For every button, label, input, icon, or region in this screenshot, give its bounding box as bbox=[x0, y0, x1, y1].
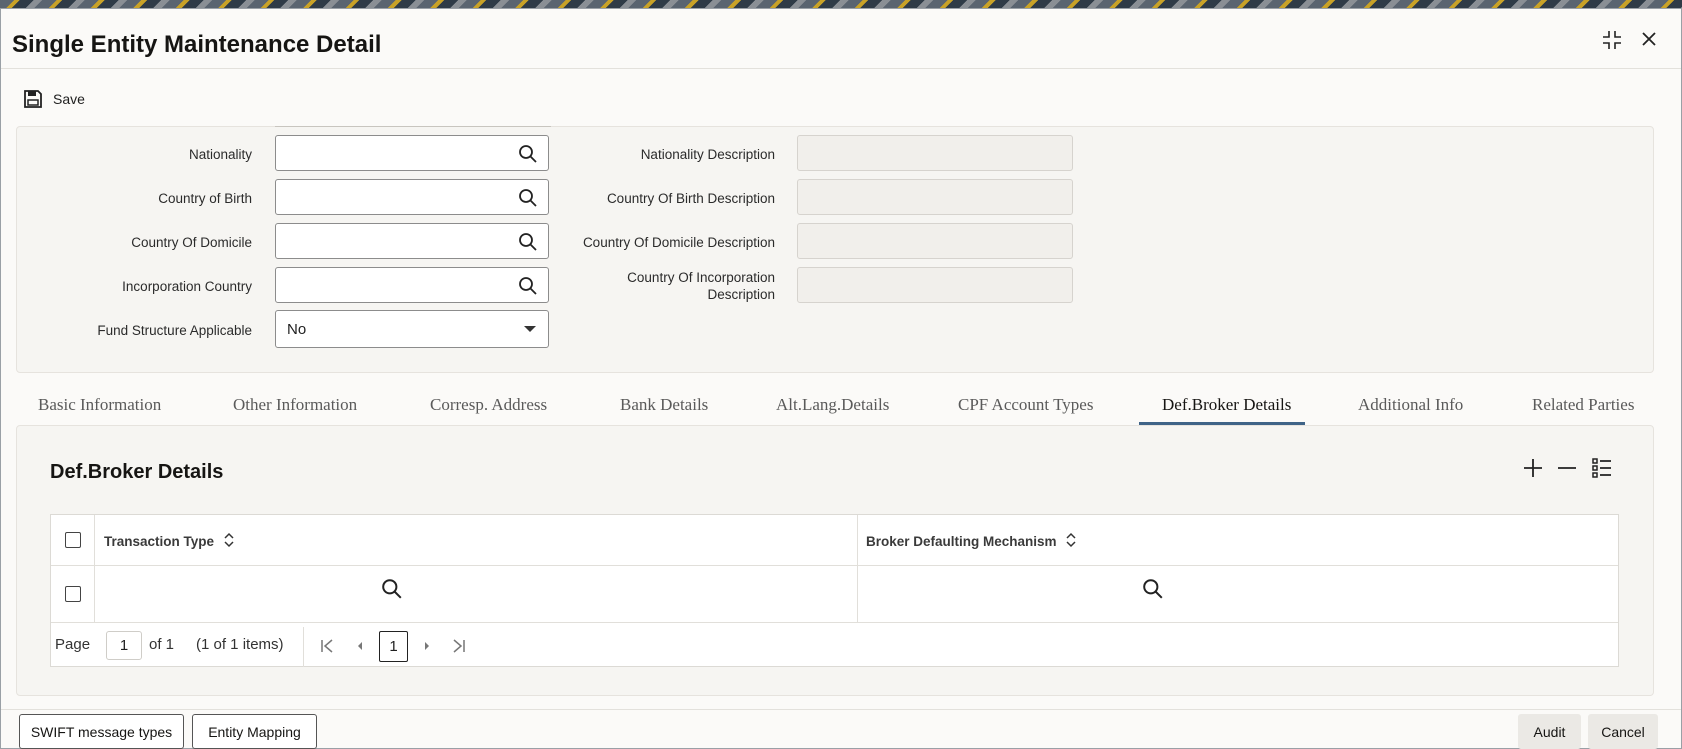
row-checkbox[interactable] bbox=[65, 586, 81, 602]
fund-structure-select[interactable]: No bbox=[275, 310, 549, 348]
column-settings-icon[interactable] bbox=[1591, 457, 1613, 479]
incorporation-description-label-line1: Country Of Incorporation bbox=[627, 270, 775, 285]
search-icon[interactable] bbox=[518, 188, 538, 208]
tab-bank-details[interactable]: Bank Details bbox=[620, 395, 708, 415]
close-icon[interactable] bbox=[1639, 29, 1659, 55]
nationality-description-field bbox=[797, 135, 1073, 171]
dialog-window: Single Entity Maintenance Detail Save Na… bbox=[0, 8, 1682, 749]
page-number-input[interactable]: 1 bbox=[106, 631, 142, 660]
next-page-icon[interactable] bbox=[422, 639, 432, 653]
header-divider bbox=[51, 565, 1618, 566]
checkbox-column-divider bbox=[94, 515, 95, 622]
tab-additional-info[interactable]: Additional Info bbox=[1358, 395, 1463, 415]
audit-button[interactable]: Audit bbox=[1518, 714, 1581, 749]
select-all-checkbox[interactable] bbox=[65, 532, 81, 548]
tab-alt-lang-details[interactable]: Alt.Lang.Details bbox=[776, 395, 889, 415]
country-of-domicile-input[interactable] bbox=[275, 223, 549, 259]
chevron-down-icon bbox=[524, 326, 536, 332]
incorporation-description-field bbox=[797, 267, 1073, 303]
toolbar-divider bbox=[1, 68, 1681, 69]
country-of-domicile-description-label: Country Of Domicile Description bbox=[582, 235, 775, 250]
collapse-icon[interactable] bbox=[1601, 29, 1623, 57]
fund-structure-label: Fund Structure Applicable bbox=[97, 323, 252, 338]
search-icon[interactable] bbox=[518, 276, 538, 296]
current-page-button[interactable]: 1 bbox=[379, 631, 408, 662]
country-of-birth-input[interactable] bbox=[275, 179, 549, 215]
search-icon[interactable] bbox=[518, 232, 538, 252]
broker-details-table: Transaction Type Broker Defaulting Mecha… bbox=[50, 514, 1619, 667]
page-title: Single Entity Maintenance Detail bbox=[12, 31, 382, 58]
cancel-button[interactable]: Cancel bbox=[1588, 714, 1658, 749]
nationality-label: Nationality bbox=[188, 147, 252, 162]
save-label: Save bbox=[53, 91, 85, 107]
incorporation-description-label: Country Of Incorporation Description bbox=[561, 269, 775, 303]
tab-related-parties[interactable]: Related Parties bbox=[1532, 395, 1634, 415]
incorporation-country-input[interactable] bbox=[275, 267, 549, 303]
nationality-description-label: Nationality Description bbox=[640, 147, 775, 162]
save-button[interactable]: Save bbox=[23, 85, 85, 113]
column-header-transaction-type[interactable]: Transaction Type bbox=[104, 534, 214, 549]
grid-title: Def.Broker Details bbox=[50, 461, 224, 483]
page-of-label: of 1 bbox=[149, 636, 175, 653]
entity-mapping-button[interactable]: Entity Mapping bbox=[192, 714, 317, 749]
country-of-domicile-description-field bbox=[797, 223, 1073, 259]
row-divider bbox=[51, 622, 1618, 623]
first-page-icon[interactable] bbox=[319, 639, 335, 653]
column-divider bbox=[857, 515, 858, 622]
sort-icon[interactable] bbox=[1065, 532, 1077, 548]
tab-def-broker-details[interactable]: Def.Broker Details bbox=[1162, 395, 1291, 415]
save-icon bbox=[24, 90, 42, 108]
incorporation-country-label: Incorporation Country bbox=[122, 279, 252, 294]
search-icon[interactable] bbox=[1142, 578, 1164, 600]
header-decorative-strip bbox=[0, 0, 1682, 8]
pagination-divider bbox=[303, 627, 304, 667]
remove-row-icon[interactable] bbox=[1556, 457, 1578, 479]
tab-other-information[interactable]: Other Information bbox=[233, 395, 357, 415]
footer-divider bbox=[1, 709, 1681, 710]
nationality-input[interactable] bbox=[275, 135, 549, 171]
search-icon[interactable] bbox=[518, 144, 538, 164]
page-label: Page bbox=[55, 636, 91, 653]
search-icon[interactable] bbox=[381, 578, 403, 600]
column-header-broker-defaulting-mechanism[interactable]: Broker Defaulting Mechanism bbox=[866, 534, 1057, 549]
swift-message-types-button[interactable]: SWIFT message types bbox=[19, 714, 184, 749]
sort-icon[interactable] bbox=[223, 532, 235, 548]
items-count-label: (1 of 1 items) bbox=[196, 636, 284, 653]
tab-cpf-account-types[interactable]: CPF Account Types bbox=[958, 395, 1093, 415]
tab-corresp-address[interactable]: Corresp. Address bbox=[430, 395, 547, 415]
scrolled-field-edge bbox=[275, 126, 551, 127]
previous-page-icon[interactable] bbox=[355, 639, 365, 653]
tab-basic-information[interactable]: Basic Information bbox=[38, 395, 161, 415]
country-of-birth-description-label: Country Of Birth Description bbox=[606, 191, 775, 206]
incorporation-description-label-line2: Description bbox=[707, 287, 775, 302]
last-page-icon[interactable] bbox=[451, 639, 467, 653]
fund-structure-value: No bbox=[287, 321, 307, 338]
country-of-birth-label: Country of Birth bbox=[158, 191, 252, 206]
add-row-icon[interactable] bbox=[1522, 457, 1544, 479]
country-of-domicile-label: Country Of Domicile bbox=[131, 235, 252, 250]
country-of-birth-description-field bbox=[797, 179, 1073, 215]
